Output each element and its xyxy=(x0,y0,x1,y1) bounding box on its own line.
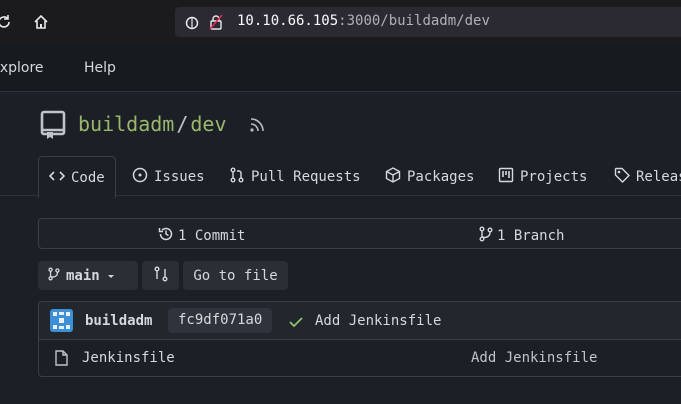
commit-author[interactable]: buildadm xyxy=(85,313,152,329)
tab-pull-requests[interactable]: Pull Requests xyxy=(229,156,361,197)
file-list: buildadm fc9df071a0 Add Jenkinsfile Jenk… xyxy=(38,301,681,377)
pull-request-icon xyxy=(229,167,245,187)
branch-icon xyxy=(48,267,60,285)
tab-projects[interactable]: Projects xyxy=(498,156,587,197)
commits-link[interactable]: 1 Commit xyxy=(158,226,245,246)
repo-icon xyxy=(40,110,66,144)
branch-name: main xyxy=(66,267,100,284)
commit-message[interactable]: Add Jenkinsfile xyxy=(315,313,441,329)
browser-toolbar: 10.10.66.105:3000/buildadm/dev xyxy=(0,0,681,44)
tab-label: Releas xyxy=(636,168,681,185)
tag-icon xyxy=(614,167,630,187)
home-icon[interactable] xyxy=(31,12,51,32)
insecure-lock-icon[interactable] xyxy=(209,14,223,34)
file-commit-message[interactable]: Add Jenkinsfile xyxy=(471,350,597,366)
branches-link[interactable]: 1 Branch xyxy=(479,226,564,246)
shield-icon[interactable] xyxy=(185,15,199,34)
branches-count: 1 Branch xyxy=(497,228,565,244)
branch-icon xyxy=(479,226,493,246)
file-name[interactable]: Jenkinsfile xyxy=(82,350,175,366)
repo-title: buildadm / dev xyxy=(78,112,227,136)
go-to-file-button[interactable]: Go to file xyxy=(183,261,288,290)
history-icon xyxy=(158,226,174,246)
tab-label: Issues xyxy=(154,168,205,185)
tab-code[interactable]: Code xyxy=(38,156,116,198)
repo-tabs: Code Issues Pull Requests Packages Proje… xyxy=(0,156,681,198)
nav-explore[interactable]: Explore xyxy=(0,60,44,76)
branch-selector[interactable]: main xyxy=(38,261,138,290)
site-navbar: Explore Help xyxy=(0,44,681,92)
package-icon xyxy=(385,166,401,187)
repo-owner-link[interactable]: buildadm xyxy=(78,112,174,136)
tab-releases[interactable]: Releas xyxy=(614,156,681,197)
tab-label: Projects xyxy=(520,168,588,185)
project-icon xyxy=(498,167,514,187)
url-host: 10.10.66.105 xyxy=(237,13,339,29)
caret-down-icon xyxy=(106,268,116,284)
commit-sha[interactable]: fc9df071a0 xyxy=(168,308,273,333)
issue-icon xyxy=(132,167,148,187)
tab-label: Code xyxy=(71,169,105,186)
file-icon xyxy=(54,350,68,370)
tab-label: Pull Requests xyxy=(251,168,361,185)
tab-packages[interactable]: Packages xyxy=(385,156,474,197)
repo-separator: / xyxy=(176,112,189,136)
reload-icon[interactable] xyxy=(0,12,14,32)
tab-label: Packages xyxy=(407,168,475,185)
nav-help[interactable]: Help xyxy=(84,60,116,76)
tab-issues[interactable]: Issues xyxy=(132,156,205,197)
url-path: :3000/buildadm/dev xyxy=(338,13,490,29)
url-text[interactable]: 10.10.66.105:3000/buildadm/dev xyxy=(237,13,490,29)
check-icon xyxy=(288,314,304,333)
list-item: Jenkinsfile Add Jenkinsfile xyxy=(39,340,681,376)
compare-icon xyxy=(153,266,169,286)
code-icon xyxy=(48,169,66,187)
repo-stats-bar: 1 Commit 1 Branch xyxy=(38,218,681,249)
rss-icon[interactable] xyxy=(249,117,265,137)
compare-button[interactable] xyxy=(142,261,179,290)
repo-name-link[interactable]: dev xyxy=(190,112,226,136)
commits-count: 1 Commit xyxy=(178,228,246,244)
address-bar[interactable]: 10.10.66.105:3000/buildadm/dev xyxy=(175,7,681,37)
latest-commit-row: buildadm fc9df071a0 Add Jenkinsfile xyxy=(39,302,681,340)
avatar[interactable] xyxy=(50,309,73,332)
go-to-file-label: Go to file xyxy=(193,267,278,284)
